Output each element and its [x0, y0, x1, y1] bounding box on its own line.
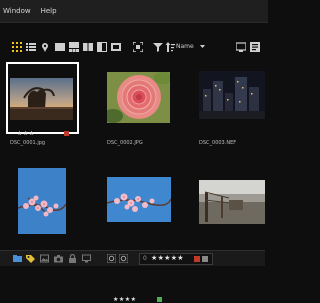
camera-icon[interactable] — [54, 254, 63, 263]
rating-control[interactable]: 0 ★★★★★ — [139, 253, 213, 265]
gray-label-button[interactable] — [202, 256, 208, 262]
thumbnail-image[interactable] — [10, 78, 73, 120]
menu-help[interactable]: Help — [41, 7, 57, 15]
sort-icon[interactable] — [165, 42, 175, 52]
lock-icon[interactable] — [68, 254, 77, 263]
thumbnail-image[interactable] — [199, 71, 265, 119]
rotate-right-icon[interactable] — [119, 254, 128, 263]
thumbnail-cell[interactable]: DSC_0002.JPG — [97, 57, 185, 153]
single-view-icon[interactable] — [55, 42, 65, 52]
split-view-icon[interactable] — [97, 42, 107, 52]
thumbnail-cell[interactable]: DSC_0003.NEF — [193, 57, 265, 153]
color-label-badge[interactable] — [157, 297, 162, 302]
red-label-button[interactable] — [194, 256, 200, 262]
list-view-icon[interactable] — [26, 42, 36, 52]
thumbnail-image[interactable] — [107, 72, 170, 123]
filter-icon[interactable] — [153, 42, 163, 52]
star-rating[interactable]: ★★★ — [17, 130, 35, 137]
filmstrip-view-icon[interactable] — [69, 42, 79, 52]
star-rating[interactable]: ★★★★ — [113, 296, 137, 303]
thumbnail-cell[interactable]: ★★★ DSC_0001.jpg — [0, 57, 88, 153]
status-bar: 0 ★★★★★ — [0, 250, 265, 266]
fullscreen-view-icon[interactable] — [111, 42, 121, 52]
thumbnail-cell[interactable] — [193, 157, 265, 250]
thumbnail-grid: ★★★ DSC_0001.jpg DSC_0002.JPG DSC_0003.N… — [0, 57, 265, 303]
metadata-panel-icon[interactable] — [250, 42, 260, 52]
compare-view-icon[interactable] — [83, 42, 93, 52]
thumbnail-filename: DSC_0003.NEF — [199, 140, 237, 146]
grid-view-icon[interactable] — [12, 42, 22, 52]
folder-icon[interactable] — [13, 254, 22, 263]
map-view-icon[interactable] — [40, 42, 50, 52]
thumbnail-image[interactable] — [18, 168, 66, 234]
toolbar: Name — [0, 37, 265, 57]
thumbnail-image[interactable] — [199, 180, 265, 224]
rating-stars[interactable]: ★★★★★ — [151, 254, 184, 262]
thumbnail-image[interactable] — [107, 177, 171, 222]
rating-zero[interactable]: 0 — [143, 255, 147, 262]
thumbnail-filename: DSC_0002.JPG — [107, 140, 143, 146]
tag-icon[interactable] — [26, 254, 35, 263]
thumbnail-cell[interactable]: ★★★★ — [97, 157, 185, 303]
chevron-down-icon[interactable] — [200, 44, 205, 49]
thumbnail-cell[interactable] — [0, 157, 88, 250]
menu-window[interactable]: Window — [3, 7, 31, 15]
fit-to-screen-icon[interactable] — [133, 42, 143, 52]
color-label-badge[interactable] — [64, 131, 69, 136]
sort-by-dropdown[interactable]: Name — [176, 43, 194, 50]
monitor-icon[interactable] — [82, 254, 91, 263]
menu-bar: Window Help — [0, 0, 268, 23]
rotate-left-icon[interactable] — [107, 254, 116, 263]
thumbnail-filename: DSC_0001.jpg — [10, 140, 46, 146]
image-icon[interactable] — [40, 254, 49, 263]
display-settings-icon[interactable] — [236, 42, 246, 52]
